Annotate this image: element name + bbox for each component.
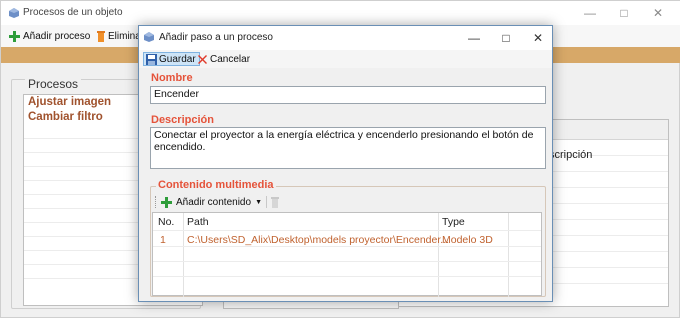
multimedia-title: Contenido multimedia — [156, 179, 276, 191]
chevron-down-icon[interactable]: ▼ — [255, 199, 262, 206]
dialog-close-button[interactable]: ✕ — [525, 30, 551, 46]
add-step-dialog: Añadir paso a un proceso — □ ✕ Guardar C… — [138, 25, 553, 302]
floppy-disk-icon — [146, 53, 157, 65]
add-content-button[interactable]: Añadir contenido — [176, 197, 251, 208]
app-icon — [144, 32, 154, 42]
cancel-button[interactable]: Cancelar — [197, 52, 250, 66]
dialog-title: Añadir paso a un proceso — [159, 32, 273, 43]
dialog-toolbar: Guardar Cancelar — [139, 50, 552, 68]
plus-icon — [161, 196, 172, 208]
column-header-no[interactable]: No. — [158, 216, 174, 228]
name-label: Nombre — [151, 72, 193, 84]
bg-close-button[interactable]: ✕ — [641, 5, 675, 21]
table-cell-path[interactable]: C:\Users\SD_Alix\Desktop\models proyecto… — [187, 234, 449, 246]
save-label: Guardar — [159, 53, 196, 65]
multimedia-toolbar: Añadir contenido ▼ — [153, 194, 543, 210]
cancel-x-icon — [198, 54, 207, 64]
trash-icon — [97, 30, 105, 42]
dialog-maximize-button[interactable]: □ — [493, 30, 519, 46]
plus-icon — [9, 30, 20, 42]
dialog-minimize-button[interactable]: — — [461, 30, 487, 46]
background-window-title: Procesos de un objeto — [23, 7, 123, 18]
app-icon — [9, 8, 19, 18]
column-header-path[interactable]: Path — [187, 216, 209, 228]
name-field[interactable]: Encender — [150, 86, 546, 104]
steps-grid-column-header: scripción — [549, 149, 593, 161]
processes-group-title: Procesos — [25, 77, 82, 91]
table-cell-type[interactable]: Modelo 3D — [442, 234, 493, 246]
dialog-titlebar: Añadir paso a un proceso — □ ✕ — [139, 26, 552, 50]
column-header-type[interactable]: Type — [442, 216, 465, 228]
bg-maximize-button[interactable]: □ — [607, 5, 641, 21]
description-field[interactable]: Conectar el proyector a la energía eléct… — [150, 127, 546, 169]
save-button[interactable]: Guardar — [143, 52, 200, 66]
add-process-label: Añadir proceso — [23, 30, 91, 42]
add-process-button[interactable]: Añadir proceso — [9, 29, 90, 43]
description-label: Descripción — [151, 114, 214, 126]
multimedia-table[interactable]: No. Path Type 1 C:\Users\SD_Alix\Desktop… — [152, 212, 542, 297]
bg-minimize-button[interactable]: — — [573, 5, 607, 21]
trash-icon[interactable] — [271, 196, 279, 208]
table-cell-no[interactable]: 1 — [160, 234, 166, 246]
background-titlebar: Procesos de un objeto — □ ✕ — [1, 1, 680, 25]
cancel-label: Cancelar — [210, 53, 251, 65]
